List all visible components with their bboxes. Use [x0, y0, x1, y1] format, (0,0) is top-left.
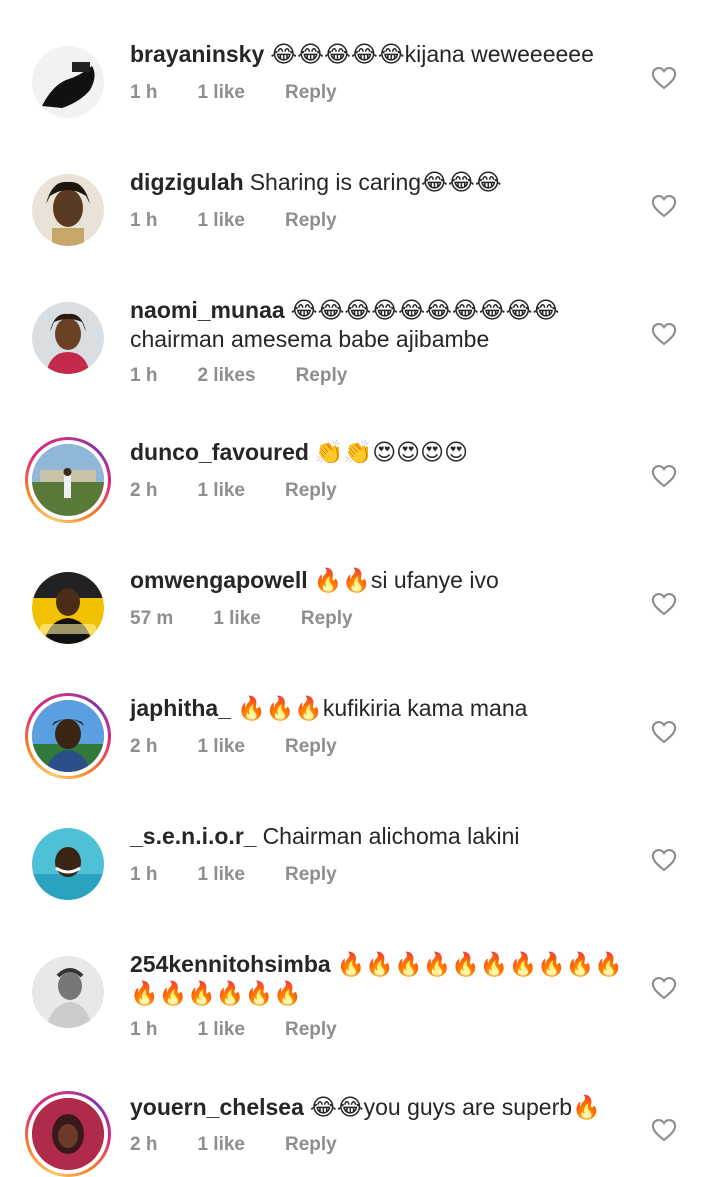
comment-text: 🔥🔥si ufanye ivo — [313, 567, 499, 593]
comment-time: 1 h — [130, 210, 158, 231]
comment-time: 1 h — [130, 365, 158, 386]
reply-button[interactable]: Reply — [285, 736, 337, 758]
comment-text: Sharing is caring😂😂😂 — [249, 169, 502, 195]
avatar-story-ring[interactable] — [25, 693, 111, 779]
heart-outline-icon[interactable] — [650, 846, 678, 874]
comments-list: brayaninsky 😂😂😂😂😂kijana weweeeeee 1 h 1 l… — [0, 0, 714, 1177]
comment-time: 57 m — [130, 608, 174, 629]
avatar[interactable] — [25, 295, 111, 381]
reply-button[interactable]: Reply — [285, 480, 337, 502]
comment-time: 1 h — [130, 82, 158, 103]
comment-username[interactable]: 254kennitohsimba — [130, 951, 331, 977]
comment-username[interactable]: naomi_munaa — [130, 297, 285, 323]
comment-time: 2 h — [130, 480, 158, 501]
heart-outline-icon[interactable] — [650, 974, 678, 1002]
heart-outline-icon[interactable] — [650, 320, 678, 348]
avatar[interactable] — [25, 949, 111, 1035]
comment-likes[interactable]: 1 like — [197, 82, 245, 104]
comment-text: 😂😂you guys are superb🔥 — [309, 1094, 601, 1120]
comment-username[interactable]: _s.e.n.i.o.r_ — [130, 823, 257, 849]
comment-time: 1 h — [130, 1019, 158, 1040]
comment-username[interactable]: omwengapowell — [130, 567, 308, 593]
comment-username[interactable]: digzigulah — [130, 169, 244, 195]
comment-likes[interactable]: 1 like — [197, 736, 245, 758]
avatar[interactable] — [25, 821, 111, 907]
comment-text: Chairman alichoma lakini — [262, 823, 520, 849]
comment-text: 👏👏😍😍😍😍 — [314, 439, 469, 465]
comment-likes[interactable]: 2 likes — [197, 365, 255, 387]
avatar[interactable] — [25, 565, 111, 651]
comment-time: 2 h — [130, 1134, 158, 1155]
comment-likes[interactable]: 1 like — [197, 1019, 245, 1041]
comment-likes[interactable]: 1 like — [197, 1134, 245, 1156]
heart-outline-icon[interactable] — [650, 718, 678, 746]
comment-text: 😂😂😂😂😂kijana weweeeeee — [270, 41, 594, 67]
avatar-story-ring[interactable] — [25, 437, 111, 523]
heart-outline-icon[interactable] — [650, 462, 678, 490]
comment-likes[interactable]: 1 like — [197, 864, 245, 886]
avatar[interactable] — [25, 39, 111, 125]
reply-button[interactable]: Reply — [301, 608, 353, 630]
heart-outline-icon[interactable] — [650, 1116, 678, 1144]
comment-likes[interactable]: 1 like — [213, 608, 261, 630]
comment-username[interactable]: dunco_favoured — [130, 439, 309, 465]
comment-text: 🔥🔥🔥kufikiria kama mana — [236, 695, 528, 721]
comment-time: 1 h — [130, 864, 158, 885]
comment-time: 2 h — [130, 736, 158, 757]
heart-outline-icon[interactable] — [650, 192, 678, 220]
reply-button[interactable]: Reply — [285, 1019, 337, 1041]
reply-button[interactable]: Reply — [285, 1134, 337, 1156]
comment-username[interactable]: japhitha_ — [130, 695, 231, 721]
avatar[interactable] — [25, 167, 111, 253]
comment-likes[interactable]: 1 like — [197, 210, 245, 232]
heart-outline-icon[interactable] — [650, 64, 678, 92]
comment-username[interactable]: brayaninsky — [130, 41, 264, 67]
comment-likes[interactable]: 1 like — [197, 480, 245, 502]
avatar-story-ring[interactable] — [25, 1091, 111, 1177]
heart-outline-icon[interactable] — [650, 590, 678, 618]
reply-button[interactable]: Reply — [285, 210, 337, 232]
reply-button[interactable]: Reply — [285, 864, 337, 886]
comment-username[interactable]: youern_chelsea — [130, 1094, 304, 1120]
reply-button[interactable]: Reply — [296, 365, 348, 387]
reply-button[interactable]: Reply — [285, 82, 337, 104]
